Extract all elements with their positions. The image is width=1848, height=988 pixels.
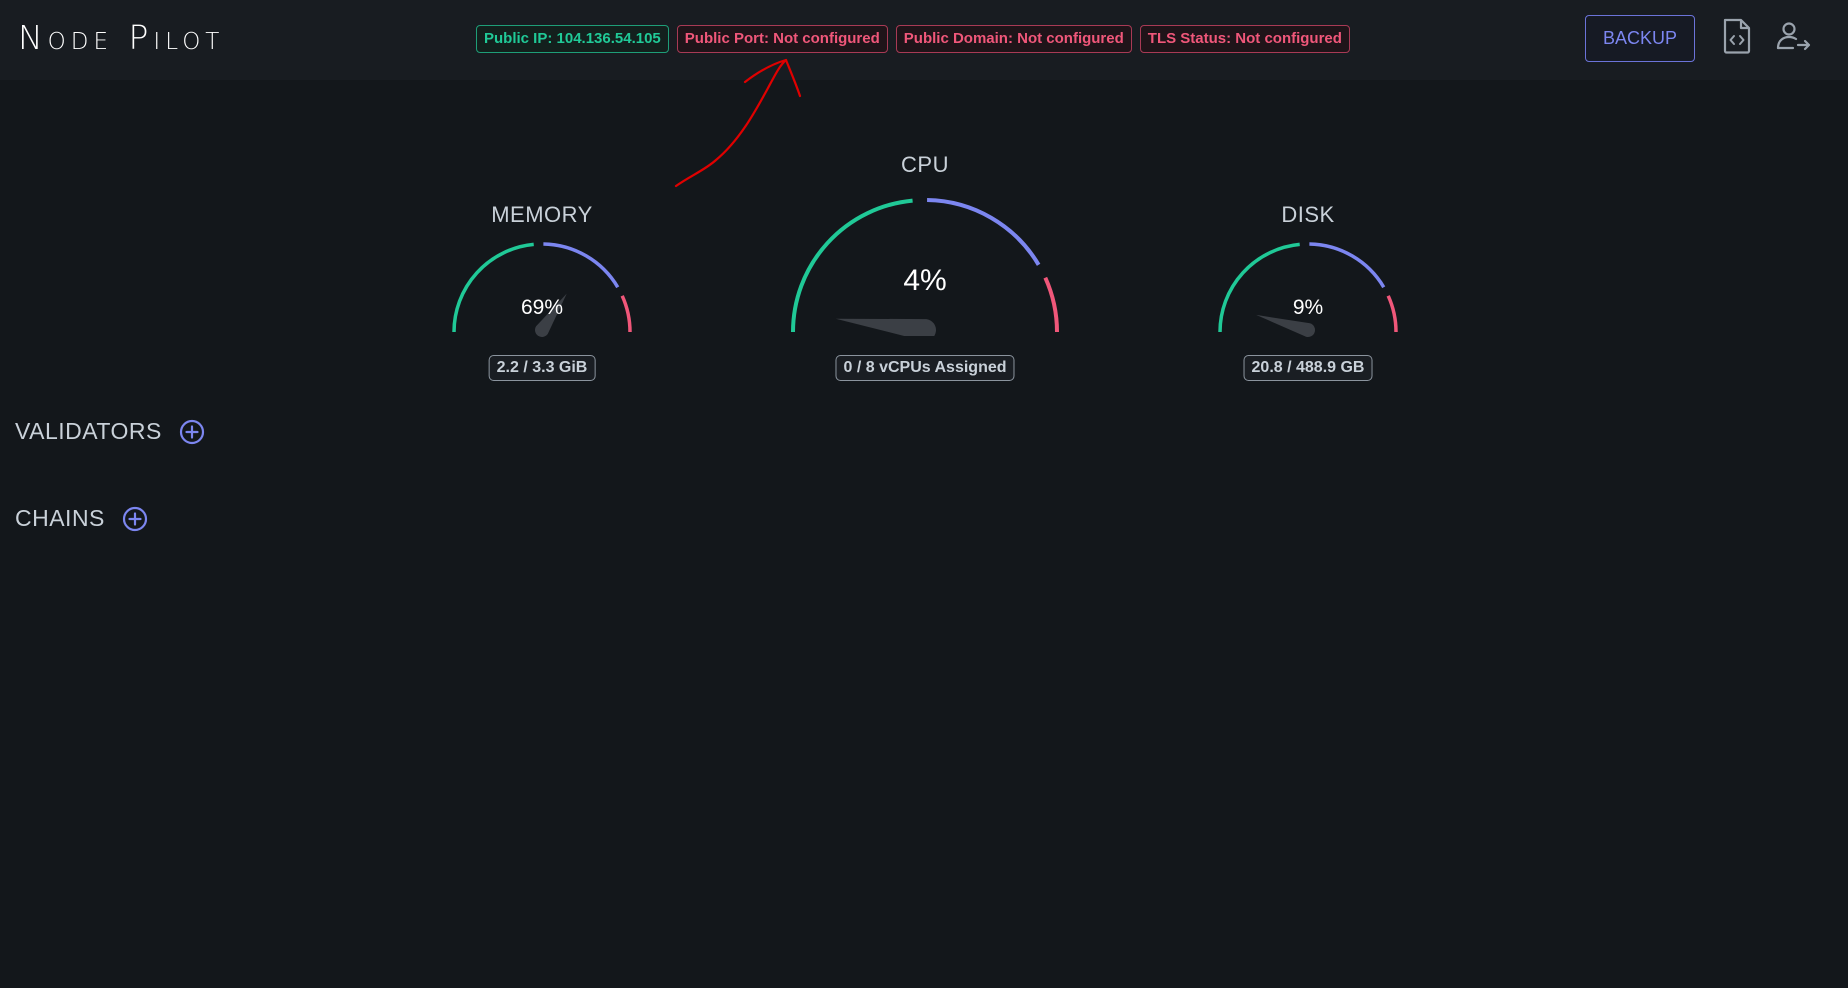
gauge-needle [835,318,936,336]
add-validator-button[interactable] [179,419,205,445]
backup-button[interactable]: BACKUP [1585,15,1695,62]
gauge-value: 4% [903,264,947,297]
disk-gauge: DISK 9% 20.8 / 488.9 GB [1214,200,1402,390]
file-code-icon[interactable] [1722,18,1752,59]
gauge-title: CPU [901,152,949,177]
gauge-detail: 0 / 8 vCPUs Assigned [835,355,1015,381]
arc-warn-segment [543,242,620,289]
status-badges: Public IP: 104.136.54.105 Public Port: N… [476,25,1350,53]
memory-gauge: MEMORY 69% 2.2 / 3.3 GiB [448,200,636,390]
top-bar: Node Pilot Public IP: 104.136.54.105 Pub… [0,0,1848,80]
gauge-dial [452,242,632,337]
cpu-gauge: CPU 4% 0 / 8 vCPUs Assigned [785,152,1065,392]
public-port-badge: Public Port: Not configured [676,25,888,53]
tls-status-badge: TLS Status: Not configured [1139,25,1350,53]
gauge-value: 9% [1292,296,1324,319]
gauge-title: DISK [1281,202,1335,227]
app-title: Node Pilot [18,18,225,57]
public-ip-badge: Public IP: 104.136.54.105 [476,25,669,53]
arc-warn-segment [1309,242,1386,289]
gauge-value: 69% [520,296,564,319]
plus-circle-icon [122,506,148,531]
gauge-dial [1218,242,1398,337]
user-logout-icon[interactable] [1776,21,1812,56]
gauge-title: MEMORY [491,202,593,227]
arc-warn-segment [927,198,1041,266]
public-domain-badge: Public Domain: Not configured [895,25,1132,53]
annotation-arrow [674,58,802,188]
plus-circle-icon [179,419,204,444]
validators-section: VALIDATORS [15,418,205,445]
add-chain-button[interactable] [122,506,148,532]
gauge-detail: 2.2 / 3.3 GiB [488,355,596,381]
section-title: VALIDATORS [15,418,162,444]
section-title: CHAINS [15,505,105,531]
gauge-detail: 20.8 / 488.9 GB [1243,355,1373,381]
chains-section: CHAINS [15,505,148,532]
